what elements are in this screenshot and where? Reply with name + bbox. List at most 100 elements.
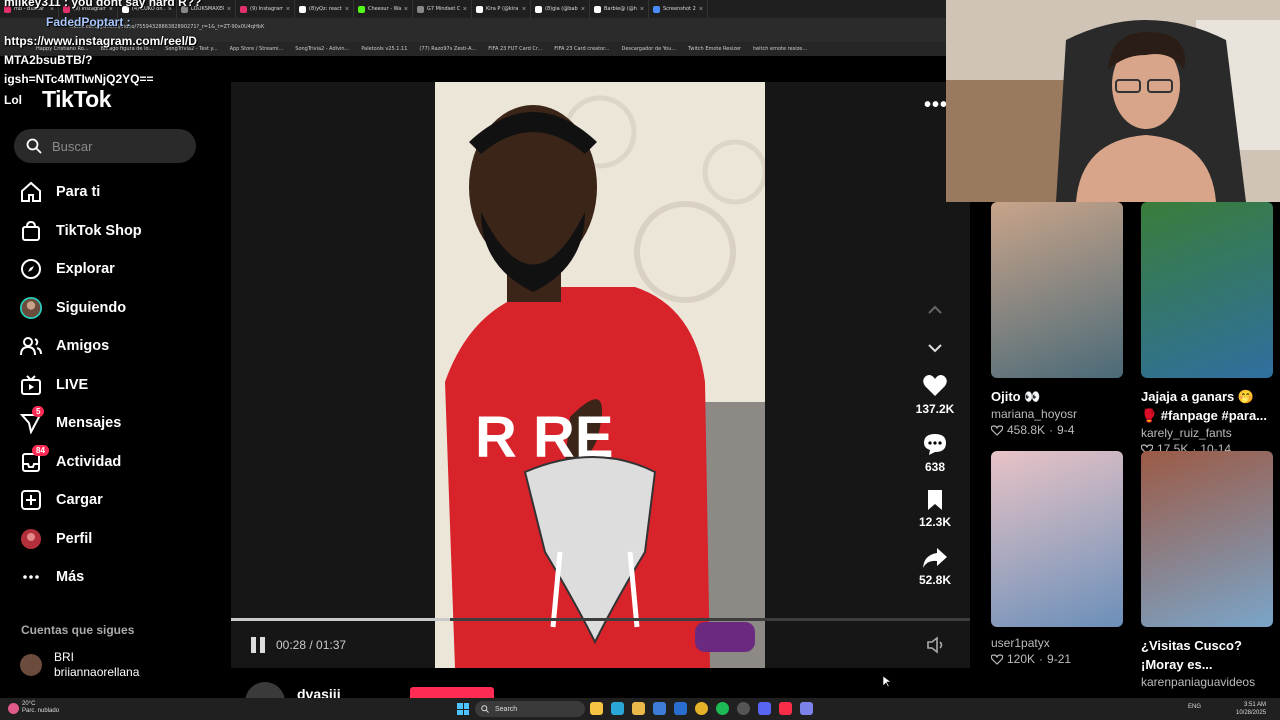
obs-icon[interactable] <box>737 702 750 715</box>
chat-line: igsh=NTc4MTIwNjQ2YQ== <box>4 72 154 86</box>
edge-icon[interactable] <box>611 702 624 715</box>
grid-video-card[interactable]: Jajaja a ganars 🤭 🥊 #fanpage #para... ka… <box>1141 202 1273 456</box>
grid-video-card[interactable]: ¿Visitas Cusco? ¡Moray es... karenpaniag… <box>1141 451 1280 689</box>
friends-icon <box>20 335 42 357</box>
file-explorer-icon[interactable] <box>590 702 603 715</box>
sidebar-item-live[interactable]: LIVE <box>20 366 142 405</box>
sidebar-item-para-ti[interactable]: Para ti <box>20 173 142 212</box>
bookmark-item[interactable]: SongTrivia2 - Adivin... <box>295 46 349 52</box>
share-arrow-icon <box>923 547 947 568</box>
taskbar-search[interactable]: Search <box>475 701 585 717</box>
share-button[interactable]: 52.8K <box>913 547 957 605</box>
messages-badge: 5 <box>32 406 45 418</box>
live-tv-icon <box>20 374 42 396</box>
sidebar-item-label: Amigos <box>56 338 110 355</box>
bookmark-item[interactable]: FIFA 23 Card creator... <box>554 46 609 52</box>
search-input[interactable] <box>52 138 182 154</box>
weather-widget[interactable]: 20°C Parc. nublado <box>22 701 59 715</box>
browser-tab[interactable]: Kira P (@kira) × <box>472 0 531 18</box>
like-button[interactable]: 137.2K <box>913 374 957 432</box>
bookmark-item[interactable]: Paletools v25.1.11 <box>361 46 407 52</box>
tab-close-icon[interactable]: × <box>581 6 585 13</box>
tab-close-icon[interactable]: × <box>286 6 290 13</box>
previous-video-icon[interactable] <box>928 302 942 320</box>
browser-tab[interactable]: Cheesur - Wat × <box>354 0 413 18</box>
sidebar-item-label: Para ti <box>56 184 101 201</box>
tab-close-icon[interactable]: × <box>463 6 467 13</box>
tiktok-logo[interactable]: TikTok <box>42 86 112 113</box>
pause-icon[interactable] <box>251 637 266 653</box>
activity-badge: 84 <box>32 444 49 456</box>
bookmark-item[interactable]: (77) Razo97s Zesti-A... <box>419 46 476 52</box>
video-thumbnail[interactable] <box>991 451 1123 627</box>
heart-outline-icon <box>991 424 1003 436</box>
browser-tab[interactable]: G7 Mindset Co × <box>413 0 472 18</box>
video-thumbnail[interactable] <box>991 202 1123 378</box>
sidebar-item-actividad[interactable]: 84 Actividad <box>20 443 142 482</box>
video-frame[interactable]: R RE <box>435 82 765 668</box>
avatar-icon <box>20 296 42 319</box>
bookmark-item[interactable]: App Store / Streami... <box>230 46 284 52</box>
volume-icon[interactable] <box>926 636 946 659</box>
browser-tab[interactable]: Screenshot 20 × <box>649 0 708 18</box>
card-title[interactable]: Ojito 👀 <box>991 387 1123 406</box>
chrome-icon[interactable] <box>695 702 708 715</box>
spotify-icon[interactable] <box>716 702 729 715</box>
browser-tab[interactable]: (8)yQz: react × <box>295 0 354 18</box>
sidebar-item-label: Perfil <box>56 530 93 547</box>
music-icon[interactable] <box>779 702 792 715</box>
bookmark-item[interactable]: FIFA 23 FUT Card Cr... <box>488 46 542 52</box>
windows-start-icon[interactable] <box>457 703 469 715</box>
video-thumbnail[interactable] <box>1141 451 1273 627</box>
search-box[interactable] <box>14 129 196 163</box>
card-user[interactable]: karely_ruiz_fants <box>1141 426 1273 440</box>
taskbar-search-label: Search <box>495 705 518 713</box>
bookmark-item[interactable]: Descargador de You... <box>621 46 676 52</box>
discord-icon[interactable] <box>758 702 771 715</box>
card-title[interactable]: ¿Visitas Cusco? ¡Moray es... <box>1141 636 1280 674</box>
tab-close-icon[interactable]: × <box>640 6 644 13</box>
mail-icon[interactable] <box>674 702 687 715</box>
video-progress-bar[interactable] <box>231 618 970 621</box>
browser-tab[interactable]: (8)gia (@bab × <box>531 0 590 18</box>
grid-video-card[interactable]: Ojito 👀 mariana_hoyosr 458.8K · 9-4 <box>991 202 1123 437</box>
sidebar-item-mensajes[interactable]: 5 Mensajes <box>20 404 142 443</box>
bookmark-item[interactable]: twitch emote resize... <box>753 46 807 52</box>
comment-button[interactable]: 638 <box>913 432 957 490</box>
store-icon[interactable] <box>653 702 666 715</box>
card-user[interactable]: user1patyx <box>991 636 1123 650</box>
chat-line: milkey311 : you dont say hard R?? <box>4 0 202 9</box>
card-user[interactable]: karenpaniaguavideos <box>1141 675 1280 689</box>
sidebar-item-perfil[interactable]: Perfil <box>20 520 142 559</box>
sidebar-item-explorar[interactable]: Explorar <box>20 250 142 289</box>
sidebar-item-siguiendo[interactable]: Siguiendo <box>20 289 142 328</box>
save-button[interactable]: 12.3K <box>913 489 957 547</box>
tab-close-icon[interactable]: × <box>522 6 526 13</box>
share-count: 52.8K <box>918 572 952 587</box>
browser-tab[interactable]: (9) Instagram × <box>236 0 295 18</box>
shop-bag-icon <box>20 220 42 242</box>
grid-video-card[interactable]: user1patyx 120K · 9-21 <box>991 451 1123 666</box>
sidebar-item-mas[interactable]: Más <box>20 558 142 597</box>
folder-icon[interactable] <box>632 702 645 715</box>
language-indicator[interactable]: ENG <box>1188 704 1201 710</box>
sidebar-item-cargar[interactable]: Cargar <box>20 481 142 520</box>
video-thumbnail[interactable] <box>1141 202 1273 378</box>
browser-tab[interactable]: Barbie@ (@h × <box>590 0 649 18</box>
tab-close-icon[interactable]: × <box>345 6 349 13</box>
tab-close-icon[interactable]: × <box>699 6 703 13</box>
more-options-icon[interactable]: ••• <box>924 94 948 117</box>
teams-icon[interactable] <box>800 702 813 715</box>
bookmark-item[interactable]: Twitch Emote Resizer <box>688 46 741 52</box>
card-title[interactable]: Jajaja a ganars 🤭 🥊 #fanpage #para... <box>1141 387 1273 425</box>
tab-close-icon[interactable]: × <box>404 6 408 13</box>
card-user[interactable]: mariana_hoyosr <box>991 407 1123 421</box>
card-date: 9-4 <box>1057 423 1075 437</box>
next-video-icon[interactable] <box>928 340 942 358</box>
system-clock[interactable]: 3:51 AM 10/28/2025 <box>1236 701 1266 717</box>
tab-close-icon[interactable]: × <box>227 6 231 13</box>
following-account[interactable]: BRI briiannaorellana <box>20 650 139 680</box>
sidebar-item-tiktok-shop[interactable]: TikTok Shop <box>20 212 142 251</box>
sidebar-item-amigos[interactable]: Amigos <box>20 327 142 366</box>
heart-outline-icon <box>991 653 1003 665</box>
